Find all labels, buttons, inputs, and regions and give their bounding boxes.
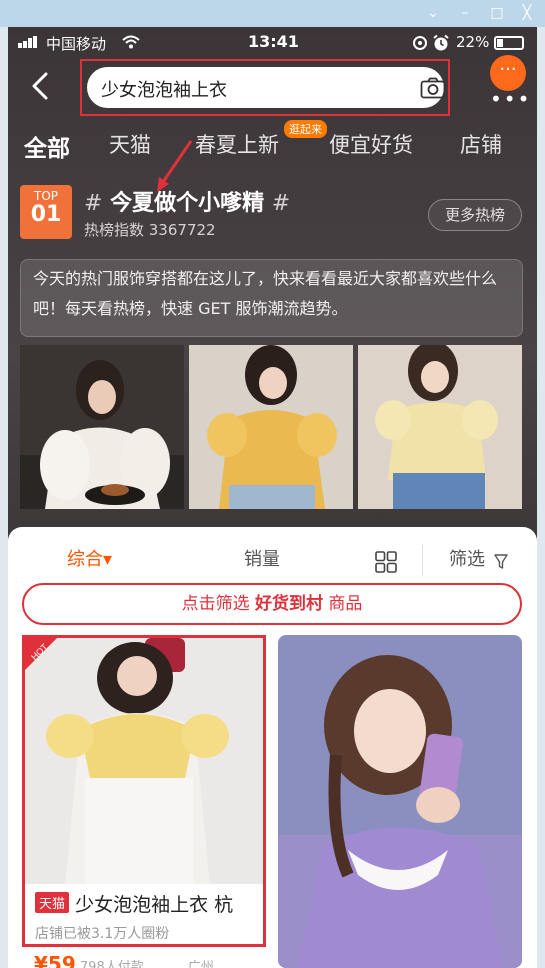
carrier-name: 中国移动 bbox=[46, 35, 107, 53]
product-title-text: 少女泡泡袖上衣 杭 bbox=[75, 894, 234, 916]
tmall-badge: 天猫 bbox=[35, 892, 70, 913]
product-card[interactable]: HOT 天猫 少女泡泡袖上衣 杭 店铺已被3.1万人圈粉 bbox=[22, 635, 266, 947]
filter-banner-prefix: 点击筛选 bbox=[181, 594, 255, 614]
price-symbol: ¥ bbox=[34, 952, 48, 968]
sort-comprehensive[interactable]: 综合▾ bbox=[67, 545, 112, 571]
rank-badge: TOP 01 bbox=[20, 185, 72, 239]
camera-icon[interactable] bbox=[420, 77, 446, 99]
tab-spring-summer-new[interactable]: 春夏上新 bbox=[195, 129, 279, 159]
hash-start: # bbox=[84, 191, 103, 216]
tab-bargains[interactable]: 便宜好货 bbox=[329, 129, 413, 159]
hot-topic-title[interactable]: # 今夏做个小嗲精 # bbox=[84, 185, 290, 217]
search-query: 少女泡泡袖上衣 bbox=[101, 80, 227, 101]
wifi-icon bbox=[122, 35, 140, 49]
tab-badge: 逛起来 bbox=[284, 120, 327, 138]
product-price: 59 bbox=[47, 952, 76, 968]
results-panel: 综合▾ 销量 筛选 点击筛选 好货到村 商品 HOT 天猫 少女泡泡袖上衣 杭 … bbox=[8, 527, 537, 968]
status-bar: 中国移动 13:41 22% bbox=[8, 27, 537, 57]
signal-icon bbox=[18, 36, 40, 48]
chevron-down-icon: ▾ bbox=[103, 549, 113, 570]
filter-funnel-icon[interactable] bbox=[494, 554, 508, 570]
filter-banner-suffix: 商品 bbox=[323, 594, 363, 614]
window-close-button[interactable]: ╳ bbox=[516, 3, 538, 23]
hot-index: 热榜指数 3367722 bbox=[84, 221, 216, 239]
tab-all[interactable]: 全部 bbox=[24, 129, 70, 163]
product-image bbox=[278, 635, 522, 968]
product-title: 天猫 少女泡泡袖上衣 杭 bbox=[35, 890, 253, 917]
message-badge-icon[interactable]: ··· bbox=[490, 55, 526, 91]
sort-bar: 综合▾ 销量 筛选 bbox=[8, 537, 537, 577]
status-time: 13:41 bbox=[248, 32, 299, 51]
back-arrow-icon[interactable] bbox=[26, 71, 56, 101]
category-tabs: 全部 天猫 春夏上新 逛起来 便宜好货 店铺 bbox=[8, 120, 537, 165]
hot-tag-icon: HOT bbox=[25, 638, 57, 670]
topic-image[interactable] bbox=[189, 345, 353, 509]
more-hot-button[interactable]: 更多热榜 bbox=[428, 199, 522, 231]
alarm-icon bbox=[433, 34, 449, 51]
rank-number: 01 bbox=[30, 202, 62, 227]
window-dropdown-button[interactable]: ⌄ bbox=[422, 3, 444, 23]
product-card[interactable] bbox=[278, 635, 522, 968]
sort-sales[interactable]: 销量 bbox=[244, 545, 280, 571]
sort-filter[interactable]: 筛选 bbox=[449, 545, 485, 571]
window-title-bar: ⌄ – □ ╳ bbox=[0, 0, 545, 27]
sort-divider bbox=[422, 545, 423, 575]
tab-stores[interactable]: 店铺 bbox=[460, 129, 502, 159]
hash-end: # bbox=[271, 191, 291, 216]
product-sales: 798人付款 bbox=[79, 960, 144, 968]
topic-description: 今天的热门服饰穿搭都在这儿了，快来看看最近大家都喜欢些什么吧！每天看热榜，快速 … bbox=[20, 259, 523, 337]
product-info: 天猫 少女泡泡袖上衣 杭 店铺已被3.1万人圈粉 bbox=[25, 884, 263, 944]
grid-view-icon[interactable] bbox=[375, 551, 397, 573]
phone-screen: 中国移动 13:41 22% 少女泡泡袖上衣 ··· ••• 全部 天猫 春夏上… bbox=[8, 27, 537, 968]
topic-image[interactable] bbox=[358, 345, 522, 509]
sort-comprehensive-label: 综合 bbox=[67, 549, 103, 570]
search-highlight-box: 少女泡泡袖上衣 bbox=[80, 59, 450, 116]
window-minimize-button[interactable]: – bbox=[454, 3, 476, 23]
tab-tmall[interactable]: 天猫 bbox=[109, 129, 151, 159]
rank-label: TOP bbox=[33, 189, 58, 203]
topic-image[interactable] bbox=[20, 345, 184, 509]
product-location: 广州 bbox=[187, 960, 214, 968]
search-input[interactable]: 少女泡泡袖上衣 bbox=[87, 67, 446, 108]
window-restore-button[interactable]: □ bbox=[486, 3, 508, 23]
more-menu-icon[interactable]: ••• bbox=[490, 87, 531, 111]
product-subtitle: 店铺已被3.1万人圈粉 bbox=[35, 926, 170, 942]
battery-percent: 22% bbox=[456, 33, 490, 51]
product-price-line: ¥59 798人付款 广州 bbox=[34, 952, 214, 968]
topic-image-row bbox=[20, 345, 523, 509]
filter-promo-banner[interactable]: 点击筛选 好货到村 商品 bbox=[22, 583, 522, 625]
filter-banner-highlight: 好货到村 bbox=[255, 594, 323, 614]
location-icon bbox=[413, 36, 427, 50]
topic-title-text: 今夏做个小嗲精 bbox=[110, 191, 265, 216]
battery-icon bbox=[494, 36, 524, 50]
